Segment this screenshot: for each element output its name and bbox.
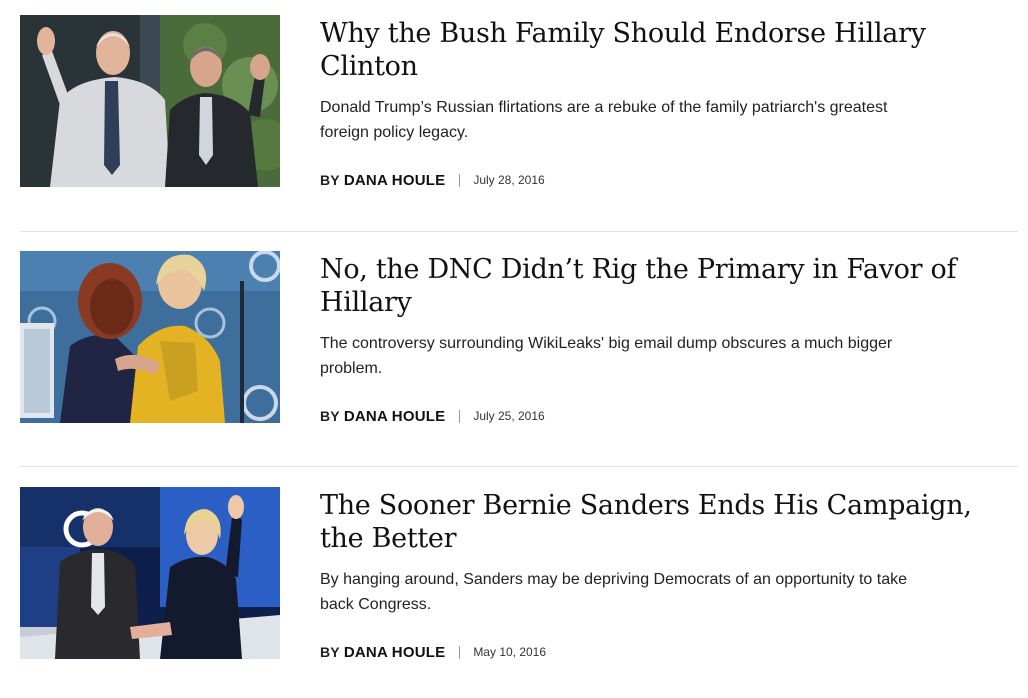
byline-separator — [459, 645, 461, 659]
author-link[interactable]: DANA HOULE — [344, 408, 445, 425]
article-dek: By hanging around, Sanders may be depriv… — [320, 571, 908, 613]
article-dek: The controversy surrounding WikiLeaks' b… — [320, 335, 893, 377]
byline-separator — [459, 173, 461, 187]
author-link[interactable]: DANA HOULE — [344, 172, 445, 189]
article-list: Why the Bush Family Should Endorse Hilla… — [0, 0, 1028, 698]
article-thumbnail[interactable] — [20, 487, 280, 659]
article-dek: Donald Trump’s Russian flirtations are a… — [320, 99, 888, 141]
article-byline: BY DANA HOULE July 28, 2016 — [320, 170, 545, 190]
article-content: Why the Bush Family Should Endorse Hilla… — [320, 17, 1000, 145]
photo-two-men-waving — [20, 15, 280, 187]
article-headline[interactable]: The Sooner Bernie Sanders Ends His Campa… — [320, 489, 1000, 555]
byline-prefix: BY — [320, 644, 340, 660]
article-byline: BY DANA HOULE July 25, 2016 — [320, 406, 545, 426]
article-content: The Sooner Bernie Sanders Ends His Campa… — [320, 489, 1000, 617]
article-thumbnail[interactable] — [20, 15, 280, 187]
publish-date: July 25, 2016 — [473, 409, 545, 423]
article-divider — [20, 231, 1018, 232]
publish-date: July 28, 2016 — [473, 173, 545, 187]
article-item: Why the Bush Family Should Endorse Hilla… — [20, 15, 1020, 190]
article-item: The Sooner Bernie Sanders Ends His Campa… — [20, 487, 1020, 662]
publish-date: May 10, 2016 — [473, 645, 547, 659]
article-item: No, the DNC Didn’t Rig the Primary in Fa… — [20, 251, 1020, 426]
article-byline: BY DANA HOULE May 10, 2016 — [320, 642, 546, 662]
photo-two-women-hugging — [20, 251, 280, 423]
photo-debate-handshake — [20, 487, 280, 659]
byline-separator — [459, 409, 461, 423]
byline-prefix: BY — [320, 172, 340, 188]
author-link[interactable]: DANA HOULE — [344, 644, 445, 661]
article-headline[interactable]: Why the Bush Family Should Endorse Hilla… — [320, 17, 1000, 83]
article-headline[interactable]: No, the DNC Didn’t Rig the Primary in Fa… — [320, 253, 1000, 319]
article-divider — [20, 466, 1018, 467]
article-thumbnail[interactable] — [20, 251, 280, 423]
byline-prefix: BY — [320, 408, 340, 424]
article-content: No, the DNC Didn’t Rig the Primary in Fa… — [320, 253, 1000, 381]
